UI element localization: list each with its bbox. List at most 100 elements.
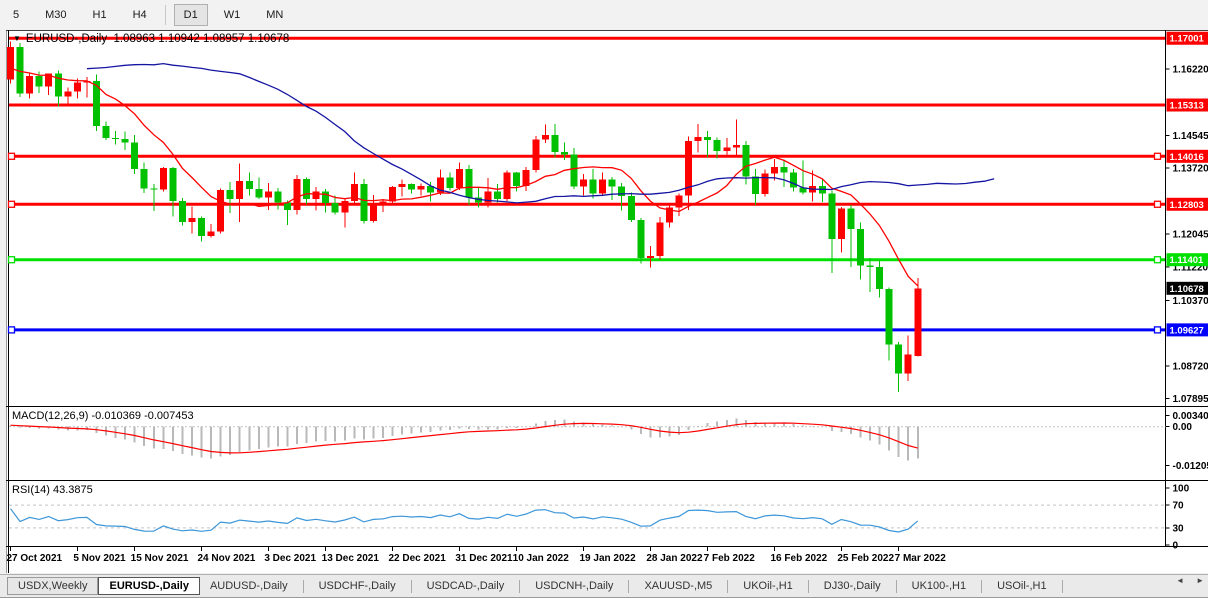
candle-body <box>322 191 329 203</box>
candle-body <box>542 135 549 139</box>
candle-body <box>456 169 463 188</box>
timeframe-button-d1[interactable]: D1 <box>174 4 208 26</box>
candle-body <box>609 179 616 186</box>
candle-body <box>141 169 148 188</box>
candle-body <box>217 190 224 231</box>
candle-body <box>886 289 893 344</box>
date-tick-label: 13 Dec 2021 <box>322 553 380 564</box>
symbol-tab-usdx-weekly[interactable]: USDX,Weekly <box>7 577 98 595</box>
date-tick-label: 5 Nov 2021 <box>73 553 126 564</box>
price-tag-text: 1.17001 <box>1170 34 1205 45</box>
date-tick-label: 28 Jan 2022 <box>646 553 703 564</box>
symbol-tab-eurusd-daily[interactable]: EURUSD-,Daily <box>98 577 199 595</box>
macd-axis-tick-label: 0.00 <box>1173 422 1193 433</box>
candle-body <box>7 47 14 79</box>
symbol-tab-usdcnh-daily[interactable]: USDCNH-,Daily <box>525 578 623 594</box>
current-price-tag: 1.10678 <box>1167 282 1208 295</box>
symbol-tab-usdchf-daily[interactable]: USDCHF-,Daily <box>309 578 406 594</box>
chart-canvas[interactable]: 1.162201.145451.137201.120451.112201.103… <box>0 30 1208 574</box>
candle-body <box>198 218 205 236</box>
candle-body <box>714 140 721 151</box>
timeframe-button-h1[interactable]: H1 <box>83 4 117 26</box>
candle-body <box>408 184 415 189</box>
candle-body <box>695 137 702 141</box>
date-tick-label: 25 Feb 2022 <box>837 553 894 564</box>
candle-body <box>895 344 902 373</box>
date-tick-label: 10 Jan 2022 <box>513 553 570 564</box>
price-axis-tick-label: 1.07895 <box>1173 394 1208 405</box>
candle-body <box>742 145 749 176</box>
chart-window-background <box>7 30 1208 573</box>
line-anchor <box>9 153 15 159</box>
candle-body <box>246 181 253 189</box>
candle-body <box>389 187 396 202</box>
price-tag-text: 1.10678 <box>1170 284 1204 295</box>
candle-body <box>580 179 587 186</box>
candle-body <box>637 220 644 258</box>
timeframe-button-m30[interactable]: M30 <box>35 4 76 26</box>
tab-scroll-left-icon[interactable]: ◄ <box>1176 576 1184 585</box>
candle-body <box>551 135 558 152</box>
candle-body <box>857 229 864 266</box>
candle-body <box>513 173 520 186</box>
candle-body <box>876 267 883 289</box>
tab-divider <box>981 580 982 593</box>
line-anchor <box>9 327 15 333</box>
price-tag-text: 1.12803 <box>1170 200 1204 211</box>
level-price-tag: 1.17001 <box>1167 32 1208 45</box>
line-anchor <box>1155 257 1161 263</box>
line-anchor <box>1155 327 1161 333</box>
symbol-tab-usoil-h1[interactable]: USOil-,H1 <box>987 578 1057 594</box>
candle-body <box>504 173 511 199</box>
price-axis-tick-label: 1.13720 <box>1173 164 1208 175</box>
candle-body <box>36 76 43 86</box>
candle-body <box>676 195 683 207</box>
timeframe-button-m15[interactable]: 5 <box>3 4 29 26</box>
candle-body <box>781 167 788 172</box>
level-price-tag: 1.11401 <box>1167 253 1208 266</box>
candle-body <box>236 181 243 199</box>
date-tick-label: 16 Feb 2022 <box>771 553 828 564</box>
candle-body <box>618 187 625 196</box>
candle-body <box>465 169 472 198</box>
candle-body <box>523 170 530 186</box>
tab-scroll-arrows: ◄ ► <box>1176 576 1204 585</box>
tab-divider <box>896 580 897 593</box>
price-axis-tick-label: 1.14545 <box>1173 131 1208 142</box>
candle-body <box>590 179 597 193</box>
timeframe-button-mn[interactable]: MN <box>256 4 293 26</box>
symbol-tab-usdcad-daily[interactable]: USDCAD-,Daily <box>417 578 515 594</box>
candle-body <box>771 167 778 173</box>
line-anchor <box>9 201 15 207</box>
tab-divider <box>519 580 520 593</box>
symbol-tab-uk100-h1[interactable]: UK100-,H1 <box>902 578 976 594</box>
candle-body <box>828 194 835 239</box>
candle-body <box>188 218 195 222</box>
candle-body <box>418 186 425 189</box>
tab-scroll-right-icon[interactable]: ► <box>1196 576 1204 585</box>
date-tick-label: 27 Oct 2021 <box>7 553 63 564</box>
candle-body <box>103 126 110 138</box>
symbol-tab-dj30-daily[interactable]: DJ30-,Daily <box>814 578 891 594</box>
candle-body <box>847 208 854 229</box>
symbol-tab-ukoil-h1[interactable]: UKOil-,H1 <box>733 578 803 594</box>
level-price-tag: 1.15313 <box>1167 99 1208 112</box>
candle-body <box>131 142 138 169</box>
candle-body <box>379 202 386 206</box>
line-anchor <box>1155 201 1161 207</box>
symbol-tab-bar: USDX,WeeklyEURUSD-,DailyAUDUSD-,Daily USD… <box>0 574 1208 598</box>
timeframe-button-h4[interactable]: H4 <box>123 4 157 26</box>
timeframe-button-w1[interactable]: W1 <box>214 4 251 26</box>
tab-divider <box>727 580 728 593</box>
candle-body <box>122 139 129 142</box>
level-price-tag: 1.09627 <box>1167 323 1208 336</box>
candle-body <box>494 192 501 199</box>
candle-body <box>332 203 339 212</box>
candle-body <box>838 208 845 238</box>
candle-body <box>399 184 406 187</box>
symbol-tab-xauusd-m5[interactable]: XAUUSD-,M5 <box>634 578 722 594</box>
rsi-axis-tick-label: 0 <box>1173 541 1179 552</box>
macd-axis-tick-label: -0.012054 <box>1173 461 1208 472</box>
symbol-tab-audusd-daily[interactable]: AUDUSD-,Daily <box>200 578 298 594</box>
price-axis-tick-label: 1.10370 <box>1173 296 1208 307</box>
